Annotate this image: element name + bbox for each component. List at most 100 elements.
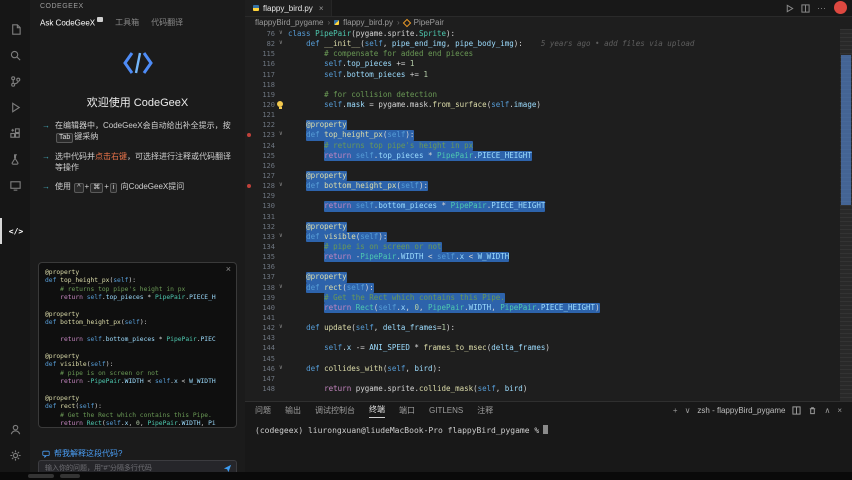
code-line[interactable]: 133∨ def visible(self): [245,232,840,242]
extensions-icon[interactable] [0,120,30,146]
code-line[interactable]: def top_height_px(self): [45,277,230,285]
code-line[interactable]: 76∨class PipePair(pygame.sprite.Sprite): [245,29,840,39]
code-line[interactable]: @property [45,269,230,277]
code-line[interactable]: return -PipePair.WIDTH < self.x < W_WIDT… [45,378,230,386]
close-icon[interactable]: × [837,406,842,415]
arrow-icon: → [42,181,50,193]
scrollbar-slider[interactable] [840,29,852,402]
split-panel-icon[interactable] [792,406,801,415]
code-line[interactable]: 132 @property [245,222,840,232]
code-line[interactable]: 130 return self.bottom_pieces * PipePair… [245,201,840,211]
tab-toolbox[interactable]: 工具箱 [115,17,139,28]
code-line[interactable]: 122 @property [245,120,840,130]
code-line[interactable]: 126 [245,161,840,171]
code-line[interactable]: 144 self.x -= ANI_SPEED * frames_to_msec… [245,343,840,353]
code-line[interactable]: 148 return pygame.sprite.collide_mask(se… [245,384,840,394]
fold-chevron-icon: ∨ [279,29,283,38]
breadcrumb-file[interactable]: flappy_bird.py [343,18,393,27]
code-line[interactable]: 142∨ def update(self, delta_frames=1): [245,323,840,333]
codegeex-icon[interactable]: </> [0,218,30,244]
code-line[interactable]: 125 return self.top_pieces * PipePair.PI… [245,151,840,161]
code-line[interactable]: 137 @property [245,272,840,282]
account-icon[interactable] [0,416,30,442]
code-line[interactable]: 147 [245,374,840,384]
code-line[interactable]: 116 self.top_pieces += 1 [245,59,840,69]
settings-gear-icon[interactable] [0,442,30,468]
code-line[interactable]: 135 return -PipePair.WIDTH < self.x < W_… [245,252,840,262]
code-line[interactable]: 123∨ def top_height_px(self): [245,130,840,140]
breadcrumb-symbol[interactable]: PipePair [414,18,444,27]
tab-ask-codegeex[interactable]: Ask CodeGeeX [40,17,103,28]
code-line[interactable]: return self.bottom_pieces * PipePair.PIE… [45,336,230,344]
testing-icon[interactable] [0,146,30,172]
code-line[interactable]: 118 [245,80,840,90]
run-debug-icon[interactable] [0,94,30,120]
code-line[interactable]: 131 [245,212,840,222]
tab-comments[interactable]: 注释 [477,405,493,416]
code-line[interactable]: return self.top_pieces * PipePair.PIECE_… [45,294,230,302]
sidebar-title: CODEGEEX [30,0,245,14]
code-line[interactable]: 139 # Get the Rect which contains this P… [245,293,840,303]
remote-icon[interactable] [0,172,30,198]
code-line[interactable]: 128∨ def bottom_height_px(self): [245,181,840,191]
code-line[interactable]: 141 [245,313,840,323]
code-line[interactable]: def bottom_height_px(self): [45,319,230,327]
code-line[interactable]: 82∨ def __init__(self, pipe_end_img, pip… [245,39,840,49]
tab-flappy-bird-py[interactable]: flappy_bird.py × [245,0,332,16]
chevron-down-icon[interactable]: ∨ [685,406,691,415]
tab-output[interactable]: 输出 [285,405,301,416]
code-line[interactable]: @property [45,395,230,403]
tab-terminal[interactable]: 终端 [369,402,385,418]
code-editor[interactable]: 76∨class PipePair(pygame.sprite.Sprite):… [245,29,840,402]
code-line[interactable]: @property [45,311,230,319]
code-line[interactable]: 138∨ def rect(self): [245,283,840,293]
code-line[interactable]: 145 [245,354,840,364]
tab-ports[interactable]: 端口 [399,405,415,416]
code-line[interactable] [45,303,230,311]
more-icon[interactable]: ··· [817,3,826,13]
code-line[interactable]: 143 [245,333,840,343]
explain-code-link[interactable]: 帮我解释这段代码? [42,448,122,459]
trash-icon[interactable] [808,406,817,415]
close-icon[interactable]: × [319,4,324,13]
split-panel-icon[interactable] [801,4,810,13]
code-line[interactable]: 127 @property [245,171,840,181]
code-line[interactable]: # Get the Rect which contains this Pipe. [45,412,230,420]
chevron-up-icon[interactable]: ∧ [824,406,830,415]
vscode-window: </> CODEGEEX Ask CodeGeeX 工具箱 代码翻译 [0,0,852,480]
code-line[interactable]: def visible(self): [45,361,230,369]
breadcrumb: flappyBird_pygame › flappy_bird.py › Pip… [245,16,852,29]
play-icon[interactable] [785,4,794,13]
code-line[interactable]: 120 self.mask = pygame.mask.from_surface… [245,100,840,110]
explorer-icon[interactable] [0,16,30,42]
tab-gitlens[interactable]: GITLENS [429,406,463,415]
code-line[interactable]: return Rect(self.x, 0, PipePair.WIDTH, P… [45,420,230,428]
code-line[interactable]: 115 # compensate for added end pieces [245,49,840,59]
code-line[interactable]: 134 # pipe is on screen or not [245,242,840,252]
code-line[interactable]: 129 [245,191,840,201]
search-icon[interactable] [0,42,30,68]
tab-code-translate[interactable]: 代码翻译 [151,17,183,28]
code-line[interactable]: 146∨ def collides_with(self, bird): [245,364,840,374]
code-line[interactable]: # returns top pipe's height in px [45,286,230,294]
breadcrumb-folder[interactable]: flappyBird_pygame [255,18,323,27]
code-line[interactable]: 136 [245,262,840,272]
code-line[interactable]: # pipe is on screen or not [45,370,230,378]
code-line[interactable]: 121 [245,110,840,120]
code-line[interactable]: 124 # returns top pipe's height in px [245,141,840,151]
code-line[interactable]: 117 self.bottom_pieces += 1 [245,70,840,80]
overview-ruler[interactable] [840,29,852,402]
code-line[interactable]: 119 # for collision detection [245,90,840,100]
code-line[interactable]: 140 return Rect(self.x, 0, PipePair.WIDT… [245,303,840,313]
tab-problems[interactable]: 问题 [255,405,271,416]
shell-session-label[interactable]: zsh - flappyBird_pygame [697,406,785,415]
tab-debug-console[interactable]: 调试控制台 [315,405,355,416]
code-line[interactable]: def rect(self): [45,403,230,411]
code-line[interactable] [45,328,230,336]
code-line[interactable] [45,345,230,353]
source-control-icon[interactable] [0,68,30,94]
code-line[interactable]: @property [45,353,230,361]
terminal-output[interactable]: (codegeex) liurongxuan@liudeMacBook-Pro … [245,418,852,442]
code-line[interactable] [45,386,230,394]
plus-icon[interactable]: + [673,406,678,415]
